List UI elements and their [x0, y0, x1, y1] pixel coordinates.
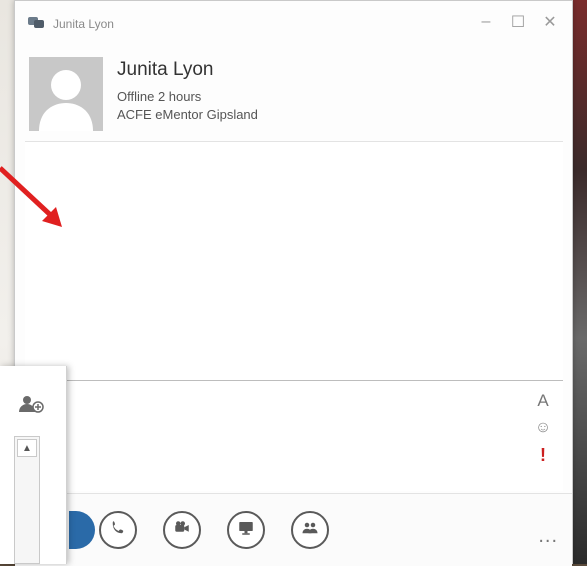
compose-tools: A ☺ !: [531, 391, 555, 466]
titlebar: Junita Lyon – ☐ ✕: [15, 1, 572, 47]
close-button[interactable]: ✕: [538, 11, 562, 33]
avatar[interactable]: [29, 57, 103, 131]
add-contact-icon[interactable]: [18, 394, 44, 414]
call-button[interactable]: [99, 511, 137, 549]
more-options-button[interactable]: ...: [538, 525, 558, 548]
participants-button[interactable]: [291, 511, 329, 549]
contact-name: Junita Lyon: [117, 59, 214, 80]
minimize-button[interactable]: –: [474, 11, 498, 33]
background-right: [571, 0, 587, 564]
monitor-icon: [237, 519, 255, 542]
important-button[interactable]: !: [540, 445, 546, 466]
contact-organization: ACFE eMentor Gipsland: [117, 107, 258, 122]
font-button[interactable]: A: [537, 391, 548, 411]
contact-status: Offline 2 hours: [117, 89, 202, 104]
scrollbar[interactable]: ▲: [14, 436, 40, 564]
emoji-icon[interactable]: ☺: [535, 419, 551, 437]
window-controls: – ☐ ✕: [474, 11, 562, 33]
video-camera-icon: [173, 519, 191, 542]
maximize-button[interactable]: ☐: [506, 11, 530, 33]
video-button[interactable]: [163, 511, 201, 549]
conversation-history[interactable]: [25, 141, 563, 381]
message-input[interactable]: A ☺ !: [25, 381, 563, 491]
contacts-side-panel: ▲: [0, 366, 67, 564]
contact-card: Junita Lyon Offline 2 hours ACFE eMentor…: [29, 57, 529, 137]
app-icon: [27, 15, 45, 31]
chat-window: Junita Lyon – ☐ ✕ Junita Lyon Offline 2 …: [14, 0, 573, 566]
phone-icon: [109, 519, 127, 542]
window-title: Junita Lyon: [53, 17, 114, 31]
people-icon: [301, 519, 319, 542]
present-button[interactable]: [227, 511, 265, 549]
scroll-up-button[interactable]: ▲: [17, 439, 37, 457]
